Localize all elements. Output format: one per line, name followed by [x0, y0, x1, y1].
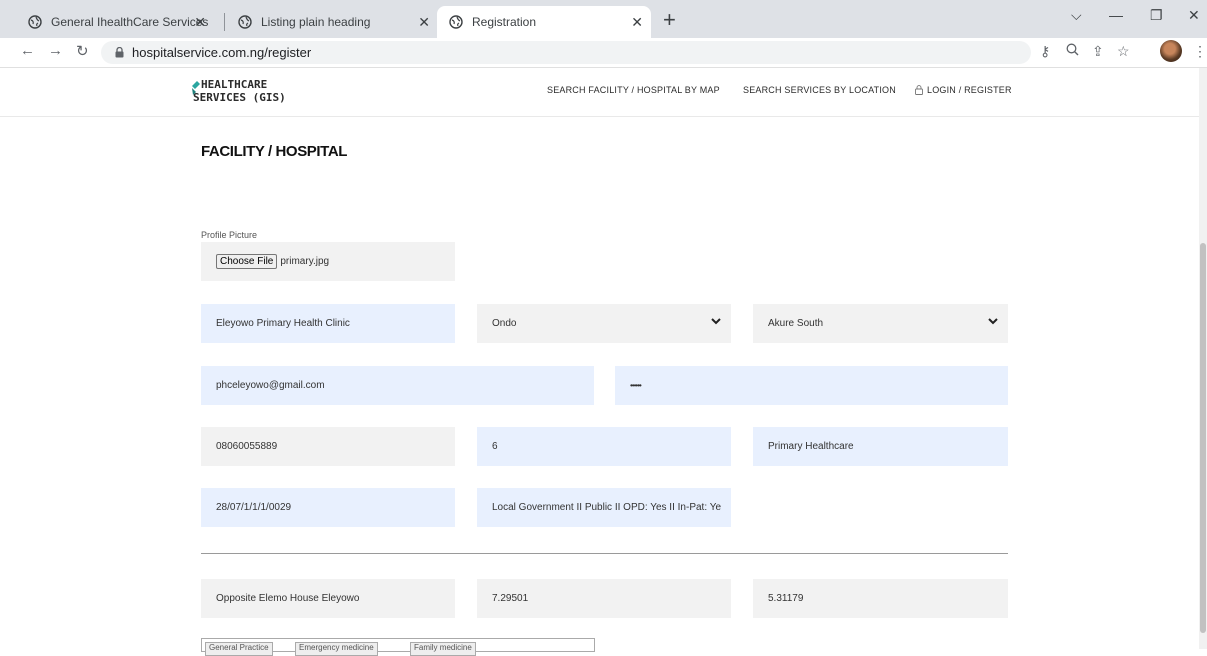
email-field[interactable]: phceleyowo@gmail.com: [201, 366, 594, 405]
restore-icon[interactable]: ❐: [1150, 7, 1163, 24]
logo-icon: [190, 79, 202, 104]
new-tab-icon[interactable]: +: [663, 9, 676, 31]
section-divider: [201, 553, 1008, 554]
browser-tab-strip: General IhealthCare Services ✕ Listing p…: [0, 0, 1207, 38]
close-window-icon[interactable]: ✕: [1188, 7, 1200, 24]
latitude-value: 7.29501: [492, 593, 529, 604]
service-chip[interactable]: Family medicine: [410, 642, 476, 656]
tab-title: Listing plain heading: [261, 15, 371, 29]
reload-icon[interactable]: ↻: [76, 42, 89, 60]
chevron-down-icon: [711, 317, 721, 328]
key-icon[interactable]: ⚷: [1040, 43, 1050, 60]
lock-icon: [115, 47, 124, 58]
minimize-icon[interactable]: —: [1109, 7, 1123, 23]
service-chip[interactable]: General Practice: [205, 642, 273, 656]
address-bar[interactable]: hospitalservice.com.ng/register: [101, 41, 1031, 64]
logo-line2: SERVICES (GIS): [193, 91, 286, 104]
longitude-input[interactable]: 5.31179: [753, 579, 1008, 618]
browser-tab[interactable]: Listing plain heading ✕: [228, 6, 434, 38]
close-icon[interactable]: ✕: [631, 14, 643, 31]
tab-divider: [224, 13, 225, 31]
service-chip[interactable]: Emergency medicine: [295, 642, 378, 656]
back-icon[interactable]: ←: [20, 42, 35, 59]
facility-name-value: Eleyowo Primary Health Clinic: [216, 318, 350, 329]
menu-dots-icon[interactable]: ⋮: [1193, 43, 1207, 60]
tab-title: Registration: [472, 15, 537, 29]
lock-icon: [915, 85, 923, 95]
latitude-input[interactable]: 7.29501: [477, 579, 731, 618]
profile-avatar[interactable]: [1160, 40, 1182, 62]
phone-value: 08060055889: [216, 441, 278, 452]
email-value: phceleyowo@gmail.com: [216, 380, 325, 391]
share-icon[interactable]: ⇪: [1092, 43, 1104, 60]
logo-line1: HEALTHCARE: [201, 78, 268, 91]
profile-picture-label: Profile Picture: [201, 230, 258, 240]
number-value: 6: [492, 441, 498, 452]
forward-icon[interactable]: →: [48, 42, 63, 59]
registration-code-input[interactable]: 28/07/1/1/1/0029: [201, 488, 455, 527]
registration-code-value: 28/07/1/1/1/0029: [216, 502, 292, 513]
nav-login-register[interactable]: LOGIN / REGISTER: [915, 85, 1012, 95]
page-title: FACILITY / HOSPITAL: [201, 143, 348, 160]
tab-title: General IhealthCare Services: [51, 15, 209, 29]
lga-value: Akure South: [768, 318, 824, 329]
site-header: HEALTHCARE SERVICES (GIS) SEARCH FACILIT…: [0, 68, 1207, 117]
address-input[interactable]: Opposite Elemo House Eleyowo: [201, 579, 455, 618]
address-value: Opposite Elemo House Eleyowo: [216, 593, 360, 604]
file-name: primary.jpg: [280, 256, 330, 267]
login-label: LOGIN / REGISTER: [927, 85, 1012, 95]
nav-search-by-location[interactable]: SEARCH SERVICES BY LOCATION: [743, 85, 896, 95]
services-multiselect[interactable]: General Practice Emergency medicine Fami…: [201, 638, 595, 656]
nav-search-by-map[interactable]: SEARCH FACILITY / HOSPITAL BY MAP: [547, 85, 720, 95]
ownership-value: Local Government II Public II OPD: Yes I…: [492, 502, 722, 513]
bookmark-star-icon[interactable]: ☆: [1117, 43, 1130, 60]
choose-file-button[interactable]: Choose File: [216, 254, 278, 269]
globe-icon: [238, 15, 252, 29]
password-value: ••••••: [630, 381, 642, 390]
ownership-input[interactable]: Local Government II Public II OPD: Yes I…: [477, 488, 731, 527]
browser-tab[interactable]: General IhealthCare Services ✕: [8, 6, 216, 38]
tab-search-icon[interactable]: ⌵: [1071, 7, 1082, 24]
url-text: hospitalservice.com.ng/register: [132, 45, 312, 60]
globe-icon: [28, 15, 42, 29]
state-value: Ondo: [492, 318, 517, 329]
browser-toolbar: ← → ↻ hospitalservice.com.ng/register ⚷ …: [0, 38, 1207, 68]
phone-input[interactable]: 08060055889: [201, 427, 455, 466]
close-icon[interactable]: ✕: [194, 14, 206, 31]
number-input[interactable]: 6: [477, 427, 731, 466]
password-field[interactable]: ••••••: [615, 366, 1008, 405]
profile-picture-input[interactable]: Choose File primary.jpg: [201, 242, 455, 281]
state-select[interactable]: Ondo: [477, 304, 731, 343]
browser-tab-active[interactable]: Registration ✕: [437, 6, 651, 38]
chevron-down-icon: [988, 317, 998, 328]
lga-select[interactable]: Akure South: [753, 304, 1008, 343]
facility-name-input[interactable]: Eleyowo Primary Health Clinic: [201, 304, 455, 343]
category-input[interactable]: Primary Healthcare: [753, 427, 1008, 466]
globe-icon: [449, 15, 463, 29]
site-logo[interactable]: HEALTHCARE SERVICES (GIS): [190, 78, 286, 104]
category-value: Primary Healthcare: [768, 441, 854, 452]
zoom-icon[interactable]: [1066, 43, 1079, 59]
longitude-value: 5.31179: [768, 593, 804, 604]
scrollbar-thumb[interactable]: [1200, 243, 1206, 633]
close-icon[interactable]: ✕: [418, 14, 430, 31]
